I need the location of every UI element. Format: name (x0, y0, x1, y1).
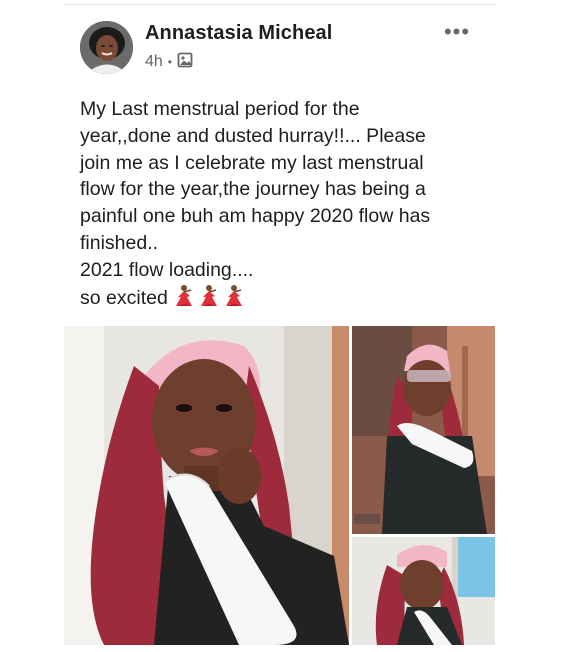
photo-main[interactable] (64, 326, 349, 645)
post-text: My Last menstrual period for the year,,d… (80, 96, 485, 311)
photo-icon (177, 52, 193, 73)
post-time[interactable]: 4h (145, 53, 163, 71)
photo-bottom-right[interactable] (352, 537, 495, 645)
author-name[interactable]: Annastasia Micheal (145, 22, 332, 45)
dancer-emoji (175, 284, 192, 306)
post-line: so excited (80, 286, 168, 309)
post-line: My Last menstrual period for the (80, 98, 360, 120)
more-options-icon[interactable]: ••• (440, 19, 474, 44)
post-line: finished.. (80, 231, 159, 254)
photo-top-right[interactable] (352, 326, 495, 534)
avatar[interactable] (80, 21, 133, 74)
post-line: 2021 flow loading.... (80, 258, 254, 281)
separator: • (167, 55, 172, 69)
post-line-last: so excited (80, 284, 485, 312)
divider (64, 4, 495, 5)
post-line: join me as I celebrate my last menstrual (80, 151, 424, 174)
emoji-group (172, 284, 246, 308)
post-line: flow for the year,the journey has being … (80, 178, 426, 201)
dancer-emoji (225, 284, 242, 306)
post-meta: 4h • (145, 52, 193, 72)
post-line: year,,done and dusted hurray!!... Please (80, 124, 426, 147)
post-line: painful one buh am happy 2020 flow has (80, 205, 431, 228)
dancer-emoji (200, 284, 217, 306)
